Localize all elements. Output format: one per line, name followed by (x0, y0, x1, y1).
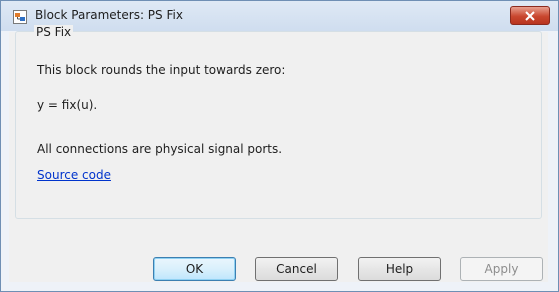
block-parameters-dialog: Block Parameters: PS Fix PS Fix This blo… (0, 0, 559, 292)
group-legend: PS Fix (34, 25, 74, 39)
window-title: Block Parameters: PS Fix (35, 8, 183, 22)
simulink-block-icon (13, 9, 27, 24)
apply-button: Apply (460, 257, 543, 281)
description-group-box (15, 31, 542, 219)
cancel-button[interactable]: Cancel (255, 257, 338, 281)
connections-text: All connections are physical signal port… (37, 142, 283, 156)
close-button[interactable] (510, 6, 550, 25)
ok-button[interactable]: OK (153, 257, 236, 281)
title-bar[interactable]: Block Parameters: PS Fix (1, 1, 558, 31)
formula-text: y = fix(u). (37, 98, 98, 112)
help-button[interactable]: Help (358, 257, 441, 281)
source-code-link[interactable]: Source code (37, 168, 111, 182)
block-description-text: This block rounds the input towards zero… (37, 63, 286, 77)
close-icon (525, 11, 535, 21)
